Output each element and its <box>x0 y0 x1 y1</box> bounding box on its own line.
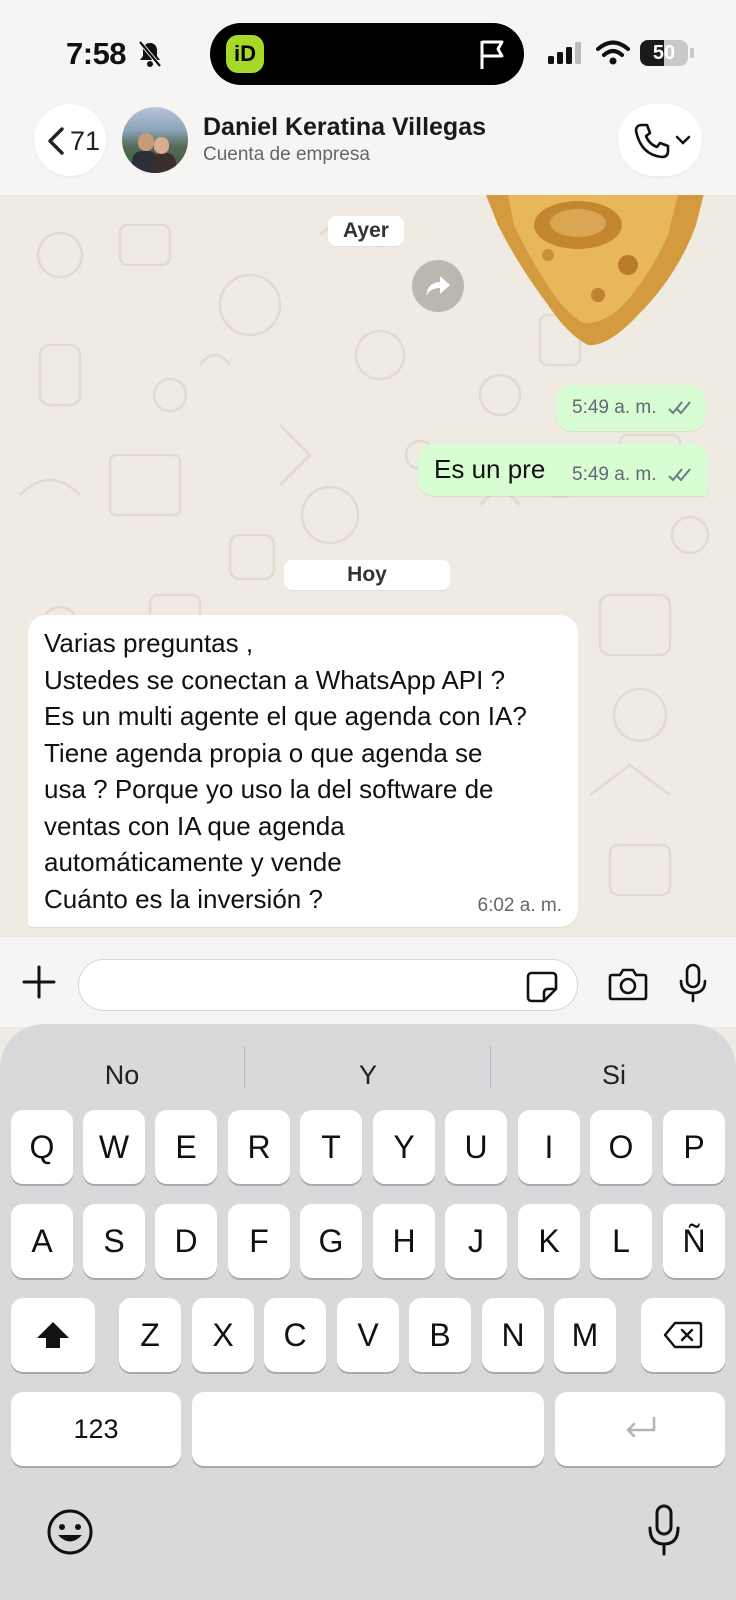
contact-name[interactable]: Daniel Keratina Villegas <box>203 113 486 142</box>
battery-level: 50 <box>652 42 676 64</box>
key[interactable]: Z <box>119 1298 181 1372</box>
double-check-icon <box>668 468 691 482</box>
share-arrow-icon <box>426 276 450 296</box>
date-separator-yesterday: Ayer <box>328 216 404 246</box>
avatar[interactable] <box>122 107 188 173</box>
message-meta: 5:49 a. m. <box>572 397 696 419</box>
island-app-icon: iD <box>226 35 264 73</box>
dynamic-island[interactable]: iD <box>210 23 524 85</box>
forward-button[interactable] <box>412 260 464 312</box>
backspace-key[interactable] <box>641 1298 725 1372</box>
suggestion[interactable]: Si <box>492 1050 736 1100</box>
key[interactable]: K <box>518 1204 580 1278</box>
key[interactable]: U <box>445 1110 507 1184</box>
key[interactable]: L <box>590 1204 652 1278</box>
key[interactable]: M <box>554 1298 616 1372</box>
key[interactable]: X <box>192 1298 254 1372</box>
message-time: 5:49 a. m. <box>572 397 657 418</box>
key[interactable]: D <box>155 1204 217 1278</box>
key[interactable]: W <box>83 1110 145 1184</box>
suggestion-divider <box>244 1046 245 1088</box>
key[interactable]: E <box>155 1110 217 1184</box>
message-text: Es un pre <box>434 454 546 484</box>
food-image-message[interactable] <box>478 195 710 355</box>
cellular-signal-icon <box>548 42 581 64</box>
chat-area[interactable]: Ayer 5:49 a. m. Es un pre 5:49 a. m. Hoy… <box>0 195 736 937</box>
key[interactable]: V <box>337 1298 399 1372</box>
phone-icon <box>634 123 670 159</box>
key[interactable]: R <box>228 1110 290 1184</box>
key[interactable]: J <box>445 1204 507 1278</box>
message-line: Tiene agenda propia o que agenda se <box>44 737 483 768</box>
battery-nub <box>690 48 694 58</box>
unread-count: 71 <box>70 126 101 156</box>
message-input[interactable] <box>78 959 578 1011</box>
message-line: automáticamente y vende <box>44 847 342 877</box>
contact-subtitle[interactable]: Cuenta de empresa <box>203 144 370 166</box>
key[interactable]: T <box>300 1110 362 1184</box>
message-meta: 5:49 a. m. <box>572 464 696 486</box>
camera-icon[interactable] <box>608 967 648 1001</box>
message-line: usa ? Porque yo uso la del software de <box>44 774 494 804</box>
key[interactable]: Ñ <box>663 1204 725 1278</box>
chevron-left-icon <box>48 127 64 155</box>
outgoing-message[interactable]: Es un pre 5:49 a. m. <box>418 444 708 496</box>
backspace-icon <box>663 1321 703 1349</box>
keyboard: No Y Si Q W E R T Y U I O P A S D F G H … <box>0 1024 736 1600</box>
key[interactable]: A <box>11 1204 73 1278</box>
chevron-down-icon <box>675 135 691 145</box>
emoji-icon[interactable] <box>46 1508 94 1556</box>
wifi-icon <box>596 40 630 65</box>
key[interactable]: F <box>228 1204 290 1278</box>
message-time: 5:49 a. m. <box>572 464 657 485</box>
status-bar: 7:58 iD 50 <box>0 0 736 100</box>
status-time: 7:58 <box>66 36 127 71</box>
message-composer <box>0 937 736 1027</box>
numbers-key[interactable]: 123 <box>11 1392 181 1466</box>
message-text: Varias preguntas , Ustedes se conectan a… <box>44 625 527 917</box>
outgoing-message[interactable]: 5:49 a. m. <box>556 385 706 431</box>
back-button[interactable]: 71 <box>34 104 106 176</box>
microphone-icon[interactable] <box>678 963 708 1003</box>
key[interactable]: S <box>83 1204 145 1278</box>
shift-icon <box>37 1322 69 1348</box>
key[interactable]: H <box>373 1204 435 1278</box>
flag-icon <box>480 40 504 69</box>
key[interactable]: C <box>264 1298 326 1372</box>
plus-icon[interactable] <box>22 965 56 999</box>
key[interactable]: O <box>590 1110 652 1184</box>
message-line: Varias preguntas , <box>44 628 254 658</box>
message-line: ventas con IA que agenda <box>44 810 345 841</box>
key[interactable]: N <box>482 1298 544 1372</box>
space-key[interactable] <box>192 1392 544 1466</box>
key[interactable]: G <box>300 1204 362 1278</box>
key[interactable]: P <box>663 1110 725 1184</box>
message-line: Es un multi agente el que agenda con IA? <box>44 701 527 731</box>
suggestion[interactable]: No <box>0 1050 244 1100</box>
dictation-microphone-icon[interactable] <box>646 1504 682 1556</box>
key[interactable]: Y <box>373 1110 435 1184</box>
suggestion-divider <box>490 1046 491 1088</box>
return-key[interactable] <box>555 1392 725 1466</box>
battery-indicator: 50 <box>640 40 688 66</box>
message-line: Cuánto es la inversión ? <box>44 883 323 914</box>
incoming-message[interactable]: Varias preguntas , Ustedes se conectan a… <box>28 615 578 927</box>
call-button[interactable] <box>618 104 702 176</box>
message-time: 6:02 a. m. <box>477 895 563 916</box>
key[interactable]: I <box>518 1110 580 1184</box>
suggestion[interactable]: Y <box>246 1050 490 1100</box>
sticker-icon[interactable] <box>526 971 558 1003</box>
suggestion-bar: No Y Si <box>0 1024 736 1124</box>
return-icon <box>626 1416 656 1438</box>
message-line: Ustedes se conectan a WhatsApp API ? <box>44 664 506 695</box>
chat-header: 71 Daniel Keratina Villegas Cuenta de em… <box>0 100 736 195</box>
bell-slash-icon <box>138 40 162 68</box>
key[interactable]: B <box>409 1298 471 1372</box>
key[interactable]: Q <box>11 1110 73 1184</box>
shift-key[interactable] <box>11 1298 95 1372</box>
double-check-icon <box>668 401 691 415</box>
date-separator-today: Hoy <box>284 560 450 590</box>
